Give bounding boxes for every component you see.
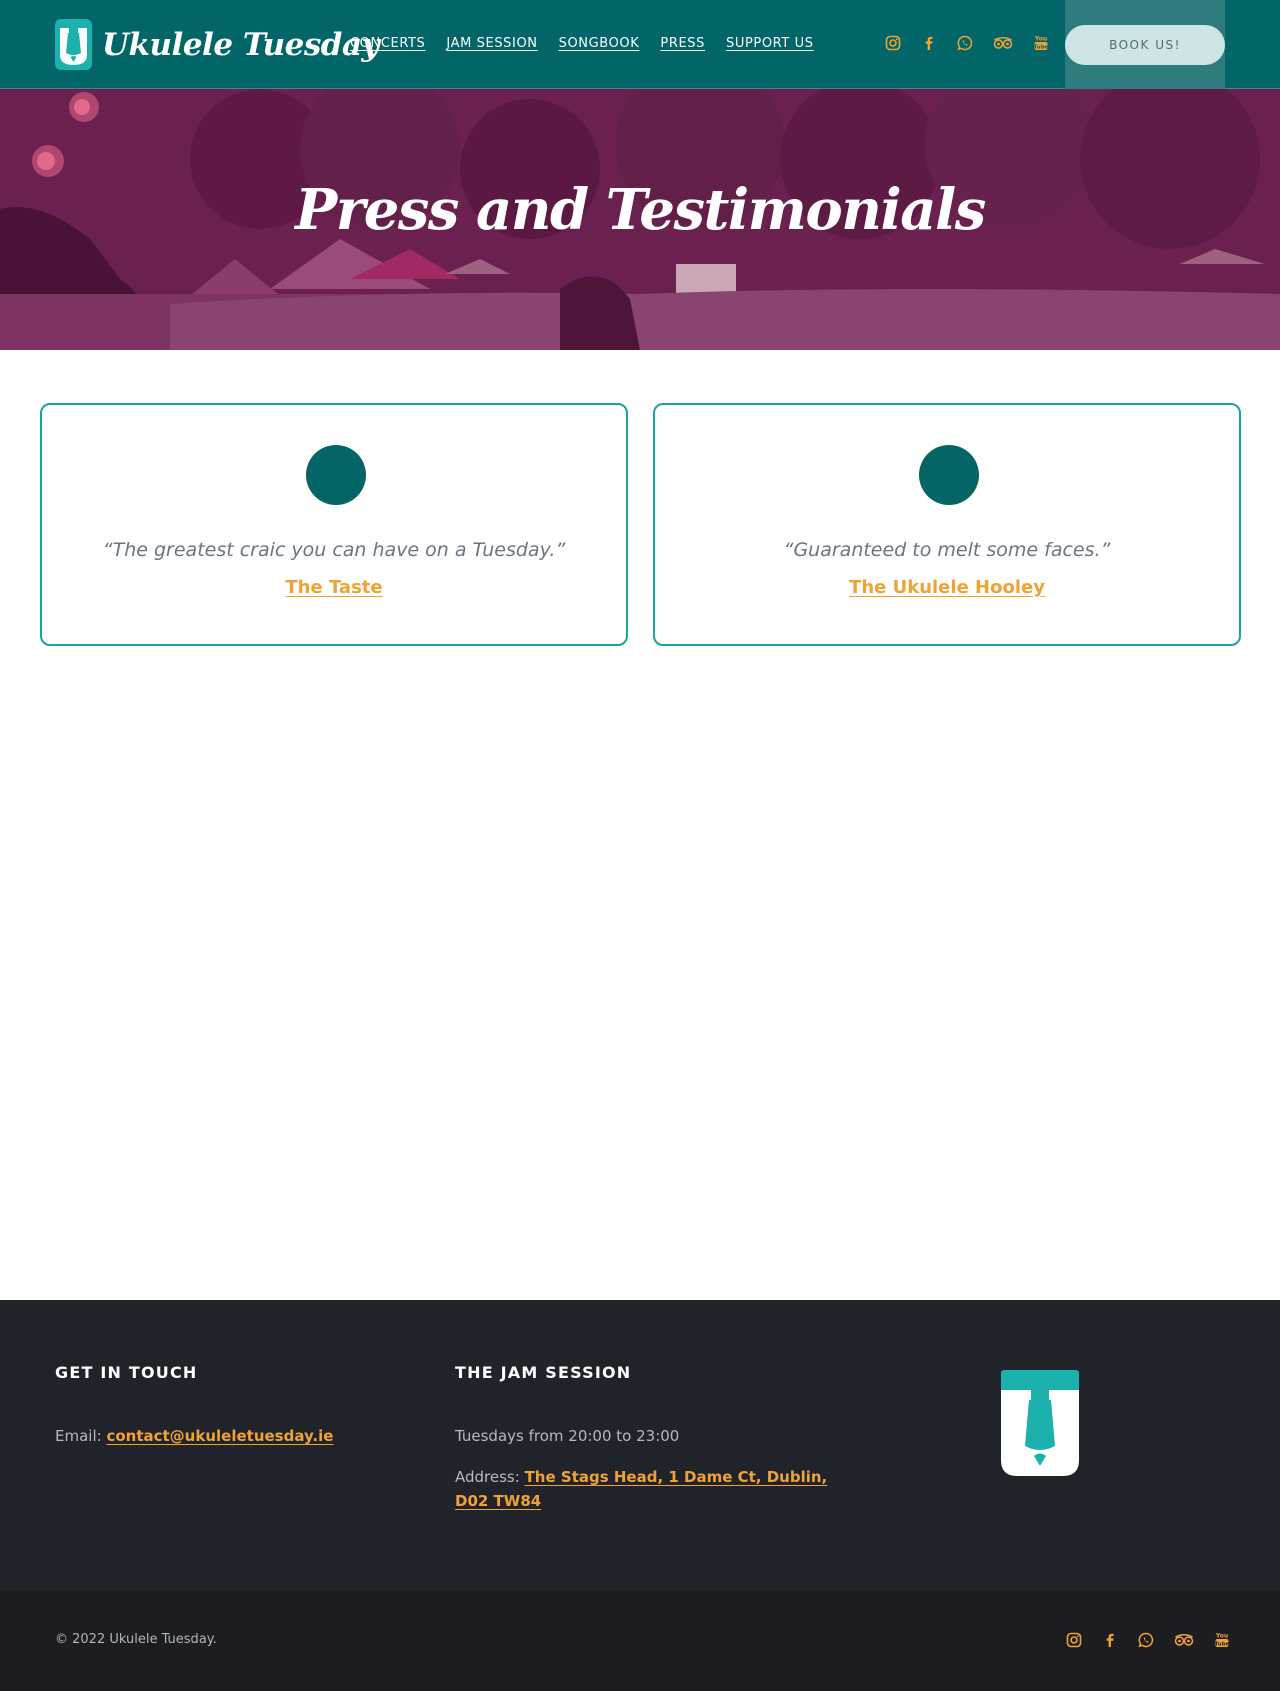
- book-us-area: BOOK US!: [1065, 0, 1225, 89]
- ukulele-logo-icon: [55, 19, 92, 70]
- nav-item-support-us[interactable]: SUPPORT US: [726, 36, 814, 51]
- testimonial-card: “Guaranteed to melt some faces.” The Uku…: [653, 403, 1241, 646]
- jam-address: Address: The Stags Head, 1 Dame Ct, Dubl…: [455, 1465, 827, 1513]
- address-link[interactable]: The Stags Head, 1 Dame Ct, Dublin,: [525, 1468, 828, 1486]
- email-label: Email:: [55, 1427, 102, 1445]
- main-nav: CONCERTS JAM SESSION SONGBOOK PRESS SUPP…: [350, 36, 814, 51]
- testimonial-quote: “Guaranteed to melt some faces.”: [783, 539, 1111, 561]
- header-social-links: You Tube: [884, 34, 1050, 52]
- email-link[interactable]: contact@ukuleletuesday.ie: [106, 1427, 333, 1445]
- testimonial-avatar: [919, 445, 979, 505]
- testimonial-source-link[interactable]: The Ukulele Hooley: [655, 577, 1239, 598]
- site-footer: GET IN TOUCH Email: contact@ukuleletuesd…: [0, 1300, 1280, 1591]
- hero-banner: Press and Testimonials: [0, 89, 1280, 350]
- whatsapp-icon[interactable]: [1137, 1631, 1155, 1649]
- facebook-icon[interactable]: [1101, 1631, 1119, 1649]
- book-us-button[interactable]: BOOK US!: [1065, 25, 1225, 65]
- tripadvisor-icon[interactable]: [992, 34, 1014, 52]
- jam-schedule: Tuesdays from 20:00 to 23:00: [455, 1427, 680, 1445]
- contact-heading: GET IN TOUCH: [55, 1363, 198, 1382]
- testimonial-avatar: [306, 445, 366, 505]
- svg-text:Tube: Tube: [1034, 44, 1049, 50]
- site-logo[interactable]: Ukulele Tuesday: [55, 19, 380, 70]
- svg-text:You: You: [1215, 1633, 1228, 1640]
- svg-text:You: You: [1034, 36, 1047, 43]
- contact-email-row: Email: contact@ukuleletuesday.ie: [55, 1424, 333, 1448]
- svg-text:Tube: Tube: [1215, 1641, 1230, 1647]
- instagram-icon[interactable]: [1065, 1631, 1083, 1649]
- site-header: Ukulele Tuesday CONCERTS JAM SESSION SON…: [0, 0, 1280, 89]
- testimonial-quote: “The greatest craic you can have on a Tu…: [102, 539, 566, 561]
- facebook-icon[interactable]: [920, 34, 938, 52]
- nav-item-concerts[interactable]: CONCERTS: [350, 36, 425, 51]
- jam-session-heading: THE JAM SESSION: [455, 1363, 632, 1382]
- youtube-icon[interactable]: YouTube: [1032, 34, 1050, 52]
- address-label: Address:: [455, 1468, 520, 1486]
- footer-bottom-bar: © 2022 Ukulele Tuesday. You Tube: [0, 1591, 1280, 1691]
- footer-social-links: You Tube: [1065, 1631, 1231, 1649]
- copyright-text: © 2022 Ukulele Tuesday.: [55, 1632, 217, 1647]
- tripadvisor-icon[interactable]: [1173, 1631, 1195, 1649]
- testimonial-card: “The greatest craic you can have on a Tu…: [40, 403, 628, 646]
- nav-item-press[interactable]: PRESS: [660, 36, 705, 51]
- youtube-icon[interactable]: YouTube: [1213, 1631, 1231, 1649]
- page-title: Press and Testimonials: [295, 177, 986, 243]
- whatsapp-icon[interactable]: [956, 34, 974, 52]
- site-name: Ukulele Tuesday: [102, 26, 380, 63]
- nav-item-songbook[interactable]: SONGBOOK: [559, 36, 640, 51]
- testimonial-source-link[interactable]: The Taste: [42, 577, 626, 598]
- nav-item-jam-session[interactable]: JAM SESSION: [446, 36, 537, 51]
- address-link-line2[interactable]: D02 TW84: [455, 1492, 541, 1510]
- footer-logo-icon: [1001, 1370, 1079, 1476]
- instagram-icon[interactable]: [884, 34, 902, 52]
